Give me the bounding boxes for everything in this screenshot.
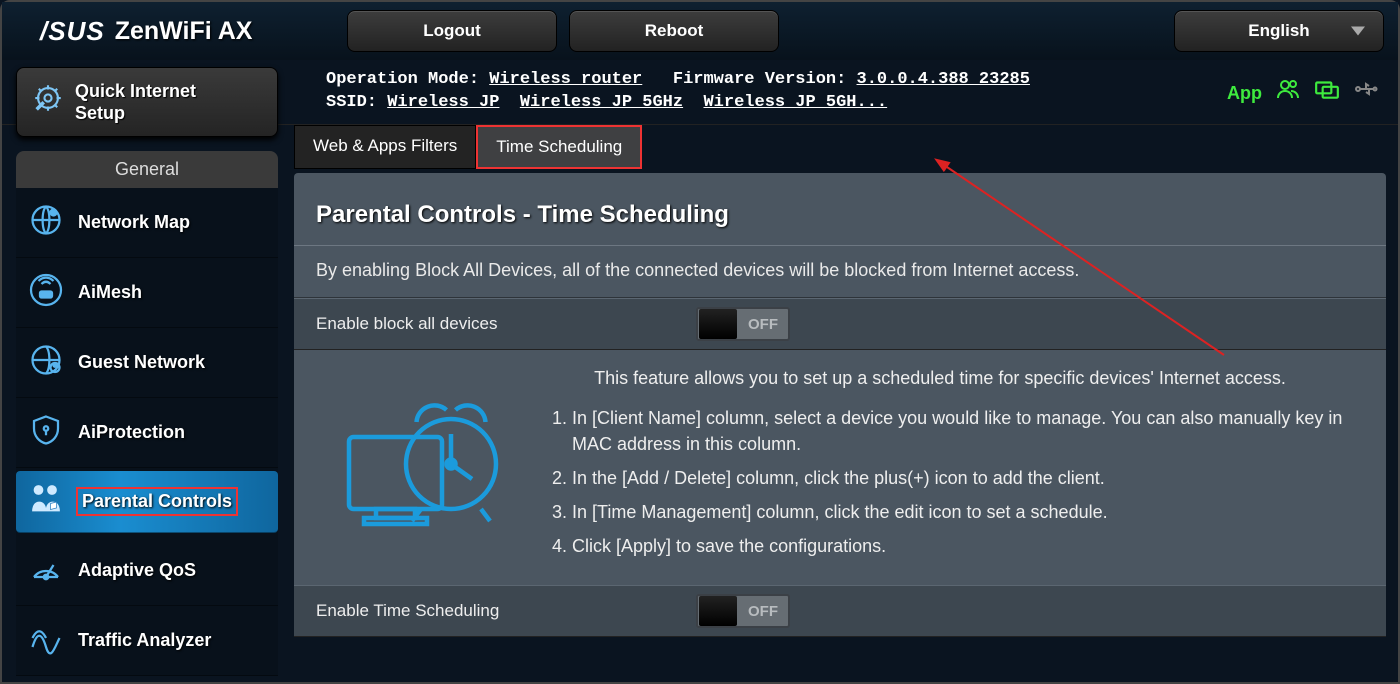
setting-time-scheduling: Enable Time Scheduling OFF: [294, 585, 1386, 637]
reboot-button[interactable]: Reboot: [569, 10, 779, 52]
gauge-icon: [26, 550, 66, 591]
ssid-link-1[interactable]: Wireless JP: [387, 93, 499, 112]
sidebar-item-label: Guest Network: [78, 352, 205, 373]
chevron-down-icon: [1351, 27, 1365, 36]
gear-icon: [31, 81, 65, 123]
quick-setup-line2: Setup: [75, 103, 125, 123]
network-icon[interactable]: [1314, 76, 1340, 110]
sidebar-item-parental-controls[interactable]: Parental Controls: [16, 471, 278, 533]
logout-button[interactable]: Logout: [347, 10, 557, 52]
fw-version-link[interactable]: 3.0.0.4.388_23285: [857, 70, 1030, 89]
sidebar-item-label: AiProtection: [78, 422, 185, 443]
toggle-knob: [699, 309, 737, 339]
sidebar-item-label: Adaptive QoS: [78, 560, 196, 581]
fw-label: Firmware Version:: [673, 70, 846, 89]
instruction-list: In [Client Name] column, select a device…: [544, 405, 1366, 559]
sidebar-item-label: Parental Controls: [78, 489, 236, 514]
instruction-step: In the [Add / Delete] column, click the …: [572, 465, 1366, 491]
toggle-knob: [699, 596, 737, 626]
sidebar-item-guest-network[interactable]: Guest Network: [16, 328, 278, 398]
toggle-state: OFF: [738, 603, 788, 620]
setting-block-all-devices: Enable block all devices OFF: [294, 298, 1386, 350]
toggle-block-all-devices[interactable]: OFF: [696, 307, 790, 341]
usb-icon[interactable]: [1354, 77, 1378, 109]
toggle-state: OFF: [738, 316, 788, 333]
sidebar-item-label: Network Map: [78, 212, 190, 233]
ssid-link-3[interactable]: Wireless JP 5GH...: [703, 93, 887, 112]
tab-web-apps-filters[interactable]: Web & Apps Filters: [294, 125, 476, 169]
sidebar-item-aiprotection[interactable]: AiProtection: [16, 398, 278, 468]
sidebar-item-label: Traffic Analyzer: [78, 630, 211, 651]
setting-label: Enable block all devices: [316, 314, 696, 334]
language-dropdown[interactable]: English: [1174, 10, 1384, 52]
router-icon: [26, 272, 66, 313]
family-icon: [26, 481, 66, 522]
shield-icon: [26, 412, 66, 453]
instruction-step: In [Time Management] column, click the e…: [572, 499, 1366, 525]
sidebar-section-general: General: [16, 151, 278, 188]
language-label: English: [1248, 21, 1309, 41]
setting-label: Enable Time Scheduling: [316, 601, 696, 621]
sidebar-item-adaptive-qos[interactable]: Adaptive QoS: [16, 536, 278, 606]
instruction-step: In [Client Name] column, select a device…: [572, 405, 1366, 457]
globe-icon: [26, 202, 66, 243]
sidebar-item-aimesh[interactable]: AiMesh: [16, 258, 278, 328]
ssid-label: SSID:: [326, 93, 377, 112]
app-link[interactable]: App: [1227, 83, 1262, 104]
sidebar-item-traffic-analyzer[interactable]: Traffic Analyzer: [16, 606, 278, 676]
quick-internet-setup-button[interactable]: Quick Internet Setup: [16, 67, 278, 137]
guest-network-icon: [26, 342, 66, 383]
feature-intro: This feature allows you to set up a sche…: [544, 368, 1366, 389]
panel-description: By enabling Block All Devices, all of th…: [294, 246, 1386, 298]
sidebar-item-label: AiMesh: [78, 282, 142, 303]
panel-title: Parental Controls - Time Scheduling: [316, 201, 1364, 229]
traffic-icon: [26, 620, 66, 661]
quick-setup-line1: Quick Internet: [75, 81, 196, 101]
tab-time-scheduling[interactable]: Time Scheduling: [476, 125, 642, 169]
schedule-illustration-icon: [334, 368, 514, 567]
brand-logo: /SUS: [10, 16, 105, 47]
op-mode-label: Operation Mode:: [326, 70, 479, 89]
toggle-time-scheduling[interactable]: OFF: [696, 594, 790, 628]
product-name: ZenWiFi AX: [115, 17, 253, 46]
ssid-link-2[interactable]: Wireless JP 5GHz: [520, 93, 683, 112]
op-mode-link[interactable]: Wireless router: [489, 70, 642, 89]
users-icon[interactable]: [1276, 77, 1300, 109]
sidebar-item-network-map[interactable]: Network Map: [16, 188, 278, 258]
instruction-step: Click [Apply] to save the configurations…: [572, 533, 1366, 559]
